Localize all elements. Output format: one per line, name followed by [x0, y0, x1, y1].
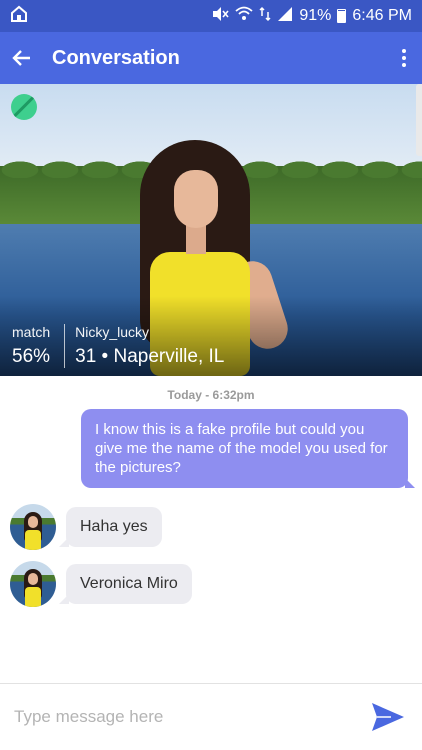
- message-composer: [0, 683, 422, 750]
- avatar[interactable]: [10, 561, 56, 607]
- avatar[interactable]: [10, 504, 56, 550]
- mute-icon: [211, 6, 229, 27]
- conversation-date: Today - 6:32pm: [167, 388, 255, 402]
- arrow-left-icon: [12, 50, 30, 66]
- signal-icon: [277, 6, 293, 27]
- scroll-indicator: [416, 84, 422, 156]
- more-vertical-icon: [402, 49, 406, 53]
- battery-percent: 91%: [299, 7, 332, 24]
- incoming-message: Veronica Miro: [59, 564, 192, 604]
- incoming-message-row: Haha yes: [10, 504, 162, 550]
- clock: 6:46 PM: [352, 7, 412, 24]
- profile-stats: match 56% Nicky_lucky 31 • Naperville, I…: [0, 324, 224, 368]
- send-icon: [372, 703, 404, 731]
- status-bar: 91% 6:46 PM: [0, 0, 422, 32]
- battery-icon: [337, 9, 347, 23]
- incoming-message-row: Veronica Miro: [10, 561, 192, 607]
- app-bar: Conversation: [0, 32, 422, 84]
- profile-username[interactable]: Nicky_lucky: [75, 324, 224, 340]
- profile-details: 31 • Naperville, IL: [75, 346, 225, 367]
- profile-photo[interactable]: match 56% Nicky_lucky 31 • Naperville, I…: [0, 84, 422, 376]
- send-button[interactable]: [368, 697, 408, 737]
- wifi-icon: [235, 6, 253, 27]
- match-label: match: [12, 324, 51, 340]
- message-input[interactable]: [14, 707, 344, 727]
- outgoing-message: I know this is a fake profile but could …: [81, 409, 415, 488]
- back-button[interactable]: [0, 32, 44, 84]
- match-value: 56%: [12, 346, 51, 367]
- online-status-icon: [11, 94, 37, 120]
- app-notification-icon: [10, 5, 28, 28]
- lte-icon: [259, 6, 271, 27]
- incoming-message: Haha yes: [59, 507, 162, 547]
- more-options-button[interactable]: [386, 32, 422, 84]
- page-title: Conversation: [52, 46, 180, 69]
